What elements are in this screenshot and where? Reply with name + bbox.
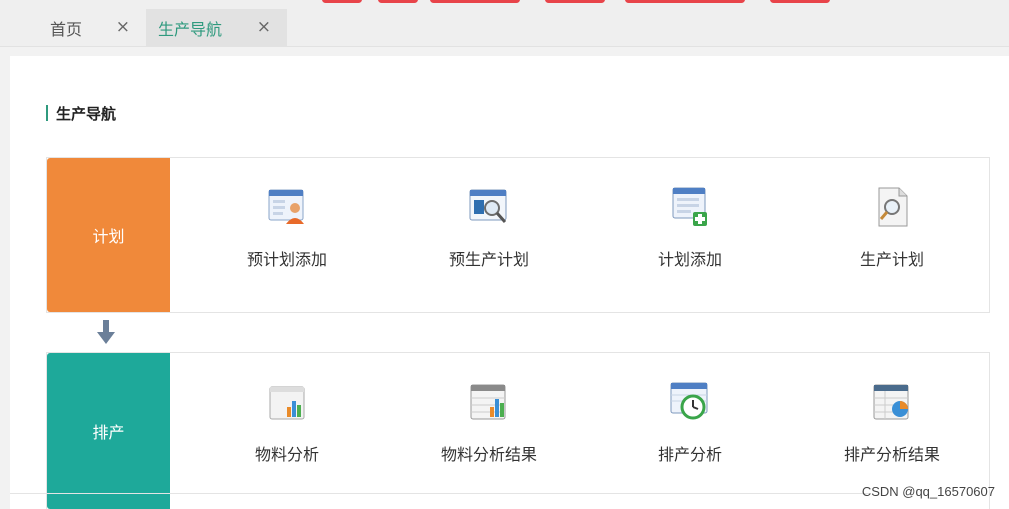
tab-label: 生产导航 bbox=[158, 19, 223, 39]
section-title-text: 生产导航 bbox=[56, 104, 117, 123]
decorative-stroke bbox=[770, 0, 830, 3]
nav-item-label: 计划添加 bbox=[657, 250, 722, 269]
nav-item-material-analysis-result[interactable]: 物料分析结果 bbox=[389, 353, 589, 509]
category-scheduling: 排产 bbox=[47, 353, 170, 509]
decorative-stroke bbox=[625, 0, 745, 3]
tab-production-navigation[interactable]: 生产导航 × bbox=[146, 9, 287, 46]
title-accent-bar bbox=[46, 105, 48, 121]
user-form-icon bbox=[268, 189, 304, 224]
section-title: 生产导航 bbox=[46, 104, 117, 123]
decorative-stroke bbox=[545, 0, 605, 3]
category-label: 排产 bbox=[92, 423, 125, 442]
tab-home[interactable]: 首页 × bbox=[30, 9, 142, 46]
search-window-icon bbox=[469, 189, 507, 223]
decorative-stroke bbox=[378, 0, 418, 3]
nav-item-label: 预生产计划 bbox=[448, 250, 529, 269]
plan-row: 计划 预计划添加 预生产计划 计划添加 生产计划 bbox=[46, 157, 990, 313]
scheduling-row: 排产 物料分析 物料分析结果 排产分析 排产分析结果 bbox=[46, 352, 990, 509]
table-chart-icon bbox=[470, 384, 506, 420]
decorative-stroke bbox=[322, 0, 362, 3]
nav-item-label: 预计划添加 bbox=[246, 250, 327, 269]
nav-item-pre-production-plan[interactable]: 预生产计划 bbox=[389, 158, 589, 312]
content-panel: 生产导航 计划 预计划添加 预生产计划 计划添加 生产计划 排产 物料分析 物料… bbox=[10, 56, 1009, 509]
bar-chart-icon bbox=[269, 386, 305, 420]
arrow-down-icon bbox=[97, 320, 115, 344]
table-pie-icon bbox=[873, 384, 909, 420]
add-list-icon bbox=[672, 187, 707, 226]
document-search-icon bbox=[878, 187, 908, 227]
watermark: CSDN @qq_16570607 bbox=[861, 484, 995, 499]
nav-item-label: 物料分析结果 bbox=[440, 445, 537, 464]
tab-bar: 首页 × 生产导航 × bbox=[0, 0, 1009, 47]
nav-item-label: 生产计划 bbox=[859, 250, 924, 269]
nav-item-material-analysis[interactable]: 物料分析 bbox=[187, 353, 387, 509]
nav-item-label: 排产分析 bbox=[657, 445, 722, 464]
category-plan: 计划 bbox=[47, 158, 170, 312]
nav-item-plan-add[interactable]: 计划添加 bbox=[590, 158, 790, 312]
nav-item-label: 物料分析 bbox=[254, 445, 319, 464]
tab-label: 首页 bbox=[50, 19, 83, 39]
category-label: 计划 bbox=[92, 227, 125, 246]
nav-item-production-plan[interactable]: 生产计划 bbox=[792, 158, 992, 312]
close-icon[interactable]: × bbox=[257, 18, 271, 36]
nav-item-pre-plan-add[interactable]: 预计划添加 bbox=[187, 158, 387, 312]
calendar-clock-icon bbox=[670, 382, 708, 420]
nav-item-label: 排产分析结果 bbox=[843, 445, 940, 464]
close-icon[interactable]: × bbox=[116, 18, 130, 36]
divider bbox=[10, 493, 870, 494]
decorative-stroke bbox=[430, 0, 520, 3]
nav-item-scheduling-analysis[interactable]: 排产分析 bbox=[590, 353, 790, 509]
